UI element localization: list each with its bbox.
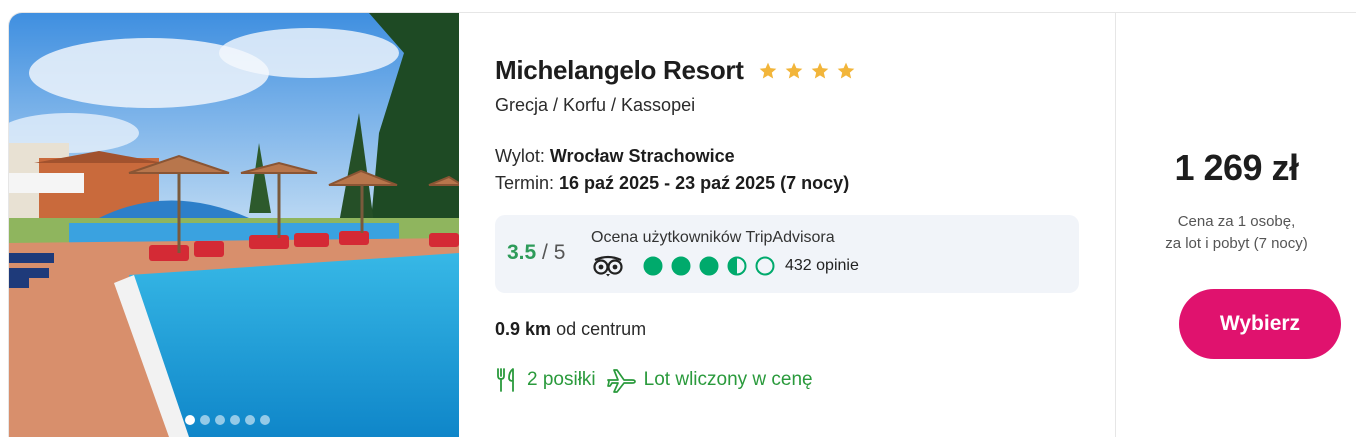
airplane-icon bbox=[606, 369, 636, 393]
distance-suffix: od centrum bbox=[556, 319, 647, 339]
hotel-offer-card: Michelangelo Resort Grecja / Korfu / Kas… bbox=[8, 12, 1356, 437]
departure-value: Wrocław Strachowice bbox=[549, 146, 735, 166]
feature-flight-label: Lot wliczony w cenę bbox=[643, 369, 813, 390]
star-icon bbox=[837, 62, 854, 78]
feature-meals-label: 2 posiłki bbox=[527, 369, 596, 390]
hotel-stars bbox=[758, 61, 856, 81]
select-button[interactable]: Wybierz bbox=[1179, 289, 1341, 359]
gallery-dot[interactable] bbox=[260, 415, 270, 425]
rating-bubble-icon bbox=[699, 256, 719, 276]
price-column: 1 269 zł Cena za 1 osobę, za lot i pobyt… bbox=[1116, 13, 1356, 437]
price-note: Cena za 1 osobę, za lot i pobyt (7 nocy) bbox=[1116, 211, 1356, 255]
tripadvisor-bubbles bbox=[643, 256, 775, 276]
departure-label: Wylot: bbox=[495, 146, 545, 166]
hotel-photo-image bbox=[9, 13, 459, 437]
hotel-location: Grecja / Korfu / Kassopei bbox=[495, 95, 696, 115]
tripadvisor-reviews[interactable]: 432 opinie bbox=[785, 257, 859, 275]
term-row: Termin: 16 paź 2025 - 23 paź 2025 (7 noc… bbox=[495, 170, 849, 197]
distance-value: 0.9 km bbox=[495, 319, 552, 339]
title-row: Michelangelo Resort bbox=[495, 55, 856, 86]
tripadvisor-owl-icon bbox=[593, 255, 623, 277]
feature-flight-included: Lot wliczony w cenę bbox=[606, 367, 813, 393]
gallery-dot[interactable] bbox=[245, 415, 255, 425]
hotel-name[interactable]: Michelangelo Resort bbox=[495, 55, 744, 86]
star-icon bbox=[811, 62, 828, 78]
gallery-dots[interactable] bbox=[185, 415, 270, 425]
price-note-line1: Cena za 1 osobę, bbox=[1177, 213, 1296, 230]
flight-details: Wylot: Wrocław Strachowice Termin: 16 pa… bbox=[495, 143, 849, 197]
departure-row: Wylot: Wrocław Strachowice bbox=[495, 143, 849, 170]
distance-to-center: 0.9 km od centrum bbox=[495, 319, 646, 340]
feature-meals: 2 posiłki bbox=[495, 367, 596, 393]
tripadvisor-rating-row: 432 opinie bbox=[593, 255, 859, 277]
rating-bubble-icon bbox=[643, 256, 663, 276]
features-list: 2 posiłki Lot wliczony w cenę bbox=[495, 367, 813, 393]
rating-bubble-icon bbox=[755, 256, 775, 276]
gallery-dot[interactable] bbox=[230, 415, 240, 425]
gallery-dot[interactable] bbox=[215, 415, 225, 425]
tripadvisor-score-value: 3.5 bbox=[507, 241, 537, 264]
rating-bubble-icon bbox=[727, 256, 747, 276]
tripadvisor-score-scale: / 5 bbox=[542, 241, 566, 264]
term-value: 16 paź 2025 - 23 paź 2025 (7 nocy) bbox=[559, 173, 850, 193]
star-icon bbox=[785, 62, 802, 78]
gallery-dot[interactable] bbox=[185, 415, 195, 425]
price-amount: 1 269 zł bbox=[1174, 147, 1299, 188]
price-note-line2: za lot i pobyt (7 nocy) bbox=[1165, 235, 1308, 252]
cutlery-icon bbox=[497, 368, 514, 392]
term-label: Termin: bbox=[495, 173, 555, 193]
hotel-photo[interactable] bbox=[9, 13, 459, 437]
star-icon bbox=[759, 62, 776, 78]
hotel-info: Michelangelo Resort Grecja / Korfu / Kas… bbox=[495, 13, 1095, 437]
tripadvisor-score: 3.5 / 5 bbox=[507, 241, 565, 265]
tripadvisor-label: Ocena użytkowników TripAdvisora bbox=[591, 229, 835, 246]
rating-bubble-icon bbox=[671, 256, 691, 276]
gallery-dot[interactable] bbox=[200, 415, 210, 425]
tripadvisor-box: 3.5 / 5 Ocena użytkowników TripAdvisora … bbox=[495, 215, 1079, 293]
